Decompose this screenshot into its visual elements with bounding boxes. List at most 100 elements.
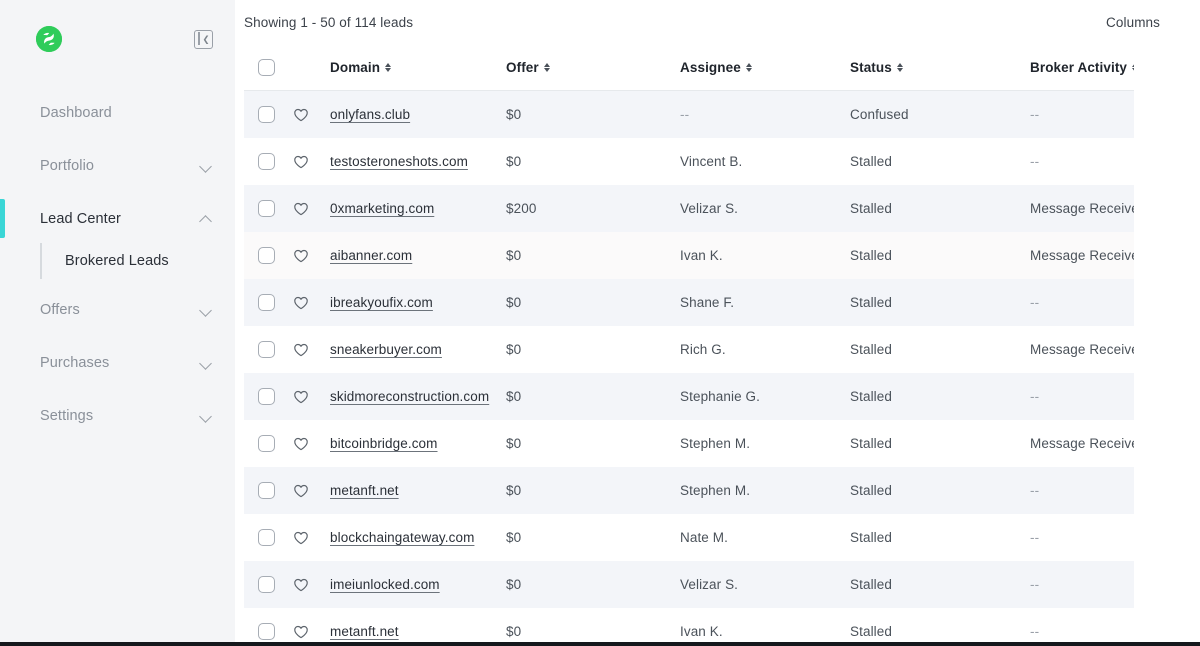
- table-row[interactable]: metanft.net $0 Ivan K. Stalled --: [244, 608, 1134, 646]
- table-row[interactable]: imeiunlocked.com $0 Velizar S. Stalled --: [244, 561, 1134, 608]
- favorite-cell: [292, 153, 330, 171]
- row-checkbox[interactable]: [258, 247, 275, 264]
- domain-link[interactable]: blockchaingateway.com: [330, 530, 474, 545]
- row-select-cell: [244, 341, 292, 358]
- table-row[interactable]: 0xmarketing.com $200 Velizar S. Stalled Mess…: [244, 185, 1134, 232]
- sort-icon[interactable]: [1132, 62, 1134, 72]
- row-checkbox[interactable]: [258, 341, 275, 358]
- sidebar-item-label: Offers: [40, 301, 80, 318]
- heart-outline-icon[interactable]: [292, 153, 310, 171]
- row-checkbox[interactable]: [258, 106, 275, 123]
- favorite-cell: [292, 482, 330, 500]
- row-checkbox[interactable]: [258, 388, 275, 405]
- heart-outline-icon[interactable]: [292, 247, 310, 265]
- cell-assignee: Stephen M.: [680, 482, 850, 500]
- sidebar-item-offers[interactable]: Offers: [0, 283, 235, 336]
- cell-status: Stalled: [850, 247, 1030, 265]
- heart-outline-icon[interactable]: [292, 435, 310, 453]
- domain-link[interactable]: metanft.net: [330, 483, 399, 498]
- column-header-offer[interactable]: Offer: [506, 60, 680, 75]
- cell-assignee: Shane F.: [680, 294, 850, 312]
- sort-icon[interactable]: [896, 62, 903, 72]
- cell-broker-activity: --: [1030, 153, 1134, 171]
- column-header-broker-activity[interactable]: Broker Activity: [1030, 60, 1134, 75]
- cell-status: Stalled: [850, 482, 1030, 500]
- broker-activity-value: --: [1030, 482, 1040, 498]
- heart-outline-icon[interactable]: [292, 200, 310, 218]
- sidebar-item-settings[interactable]: Settings: [0, 389, 235, 442]
- domain-link[interactable]: skidmoreconstruction.com: [330, 389, 489, 404]
- cell-assignee: Stephanie G.: [680, 388, 850, 406]
- domain-link[interactable]: 0xmarketing.com: [330, 201, 434, 216]
- heart-outline-icon[interactable]: [292, 341, 310, 359]
- heart-outline-icon[interactable]: [292, 529, 310, 547]
- table-row[interactable]: metanft.net $0 Stephen M. Stalled --: [244, 467, 1134, 514]
- table-row[interactable]: sneakerbuyer.com $0 Rich G. Stalled Message …: [244, 326, 1134, 373]
- heart-outline-icon[interactable]: [292, 388, 310, 406]
- chevron-down-icon: [199, 409, 213, 423]
- row-select-cell: [244, 388, 292, 405]
- sidebar-item-portfolio[interactable]: Portfolio: [0, 139, 235, 192]
- column-header-status[interactable]: Status: [850, 60, 1030, 75]
- favorite-cell: [292, 529, 330, 547]
- favorite-cell: [292, 435, 330, 453]
- table-row[interactable]: aibanner.com $0 Ivan K. Stalled Message Rece…: [244, 232, 1134, 279]
- row-checkbox[interactable]: [258, 482, 275, 499]
- domain-link[interactable]: testosteroneshots.com: [330, 154, 468, 169]
- row-checkbox[interactable]: [258, 576, 275, 593]
- cell-offer: $0: [506, 576, 680, 594]
- row-checkbox[interactable]: [258, 153, 275, 170]
- heart-outline-icon[interactable]: [292, 576, 310, 594]
- heart-outline-icon[interactable]: [292, 294, 310, 312]
- domain-link[interactable]: sneakerbuyer.com: [330, 342, 442, 357]
- select-all-checkbox[interactable]: [258, 58, 275, 76]
- status-value: Stalled: [850, 576, 892, 592]
- broker-activity-value: --: [1030, 388, 1040, 404]
- domain-link[interactable]: bitcoinbridge.com: [330, 436, 438, 451]
- cell-offer: $0: [506, 388, 680, 406]
- brand-swirl-logo-icon[interactable]: [36, 26, 62, 52]
- domain-link[interactable]: metanft.net: [330, 624, 399, 639]
- chevron-down-icon: [199, 303, 213, 317]
- heart-outline-icon[interactable]: [292, 106, 310, 124]
- domain-link[interactable]: onlyfans.club: [330, 107, 410, 122]
- domain-link[interactable]: ibreakyoufix.com: [330, 295, 433, 310]
- table-row[interactable]: skidmoreconstruction.com $0 Stephanie G. St…: [244, 373, 1134, 420]
- leads-table-scroll[interactable]: Domain Offer Assignee Status Broker Acti…: [244, 44, 1134, 646]
- broker-activity-value: --: [1030, 529, 1040, 545]
- domain-link[interactable]: imeiunlocked.com: [330, 577, 440, 592]
- cell-status: Stalled: [850, 294, 1030, 312]
- sidebar-item-brokered-leads[interactable]: Brokered Leads: [40, 241, 235, 281]
- column-header-domain[interactable]: Domain: [330, 60, 506, 75]
- sidebar-item-purchases[interactable]: Purchases: [0, 336, 235, 389]
- sort-icon[interactable]: [745, 62, 752, 72]
- table-row[interactable]: testosteroneshots.com $0 Vincent B. Stalled…: [244, 138, 1134, 185]
- broker-activity-value: --: [1030, 153, 1040, 169]
- domain-link[interactable]: aibanner.com: [330, 248, 412, 263]
- sort-icon[interactable]: [543, 62, 550, 72]
- column-header-label: Broker Activity: [1030, 59, 1128, 75]
- row-checkbox[interactable]: [258, 294, 275, 311]
- row-checkbox[interactable]: [258, 623, 275, 640]
- column-header-assignee[interactable]: Assignee: [680, 60, 850, 75]
- table-row[interactable]: blockchaingateway.com $0 Nate M. Stalled --: [244, 514, 1134, 561]
- sidebar: ❮ Dashboard Portfolio Lead Center Broker…: [0, 0, 235, 646]
- broker-activity-value: --: [1030, 294, 1040, 310]
- favorite-cell: [292, 576, 330, 594]
- row-checkbox[interactable]: [258, 435, 275, 452]
- cell-status: Stalled: [850, 576, 1030, 594]
- sidebar-item-dashboard[interactable]: Dashboard: [0, 86, 235, 139]
- table-row[interactable]: bitcoinbridge.com $0 Stephen M. Stalled Mess…: [244, 420, 1134, 467]
- row-checkbox[interactable]: [258, 200, 275, 217]
- sidebar-item-lead-center[interactable]: Lead Center: [0, 192, 235, 245]
- heart-outline-icon[interactable]: [292, 623, 310, 641]
- heart-outline-icon[interactable]: [292, 482, 310, 500]
- favorite-cell: [292, 294, 330, 312]
- table-row[interactable]: onlyfans.club $0 -- Confused --: [244, 91, 1134, 138]
- row-checkbox[interactable]: [258, 529, 275, 546]
- cell-offer: $0: [506, 482, 680, 500]
- panel-collapse-icon[interactable]: ❮: [194, 29, 213, 49]
- sort-icon[interactable]: [385, 62, 392, 72]
- columns-button[interactable]: Columns: [1106, 15, 1160, 30]
- table-row[interactable]: ibreakyoufix.com $0 Shane F. Stalled --: [244, 279, 1134, 326]
